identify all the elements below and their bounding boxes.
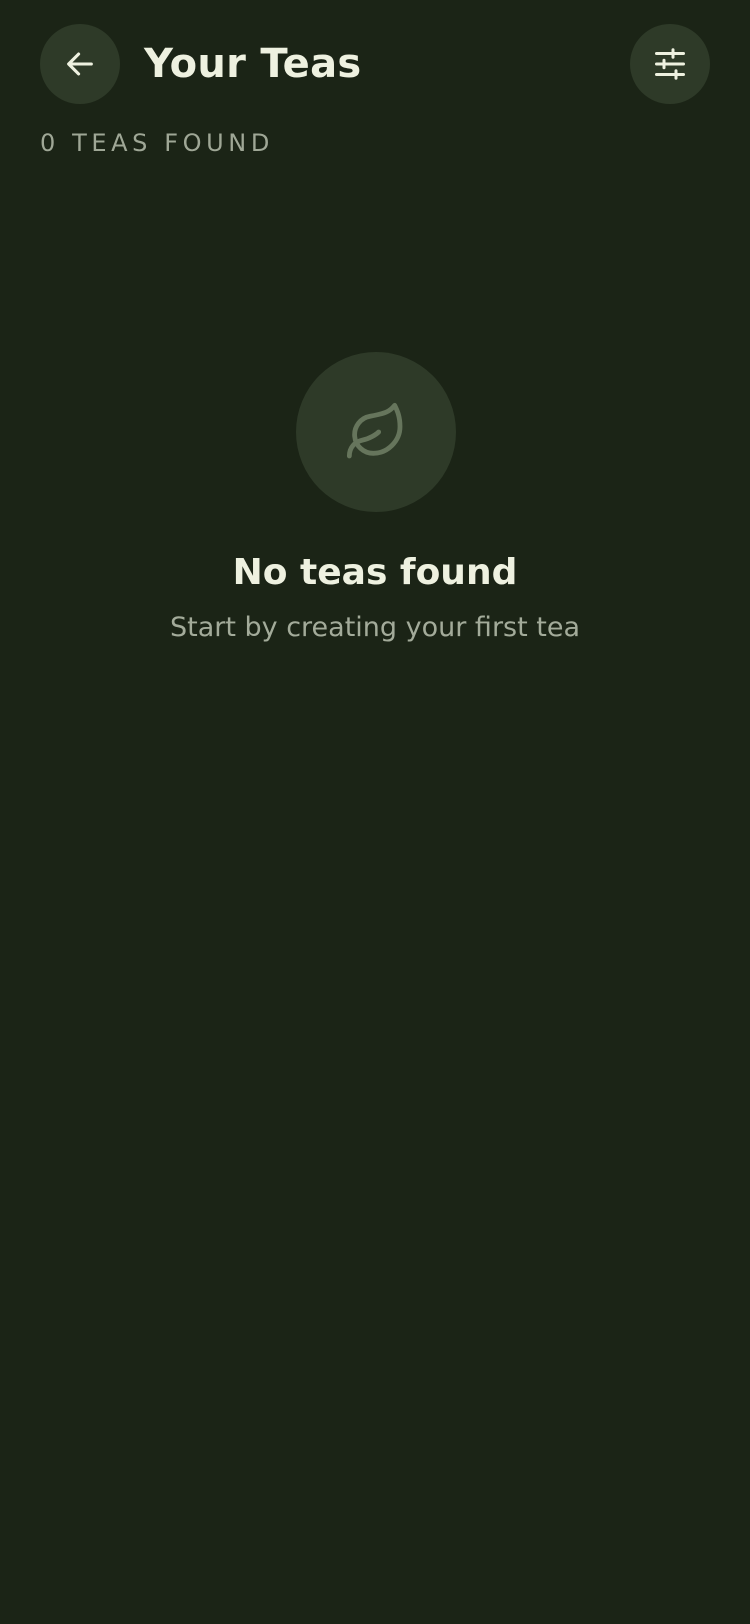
arrow-left-icon <box>67 52 93 76</box>
sliders-icon <box>655 48 685 80</box>
app-header: Your Teas <box>0 0 750 130</box>
filter-button[interactable] <box>630 24 710 104</box>
tea-count-label: 0 TEAS FOUND <box>40 129 274 157</box>
empty-state-subtitle: Start by creating your first tea <box>169 612 581 643</box>
empty-state-icon-container <box>296 352 456 512</box>
empty-state-title: No teas found <box>232 552 518 593</box>
leaf-icon <box>346 402 403 459</box>
page-title: Your Teas <box>144 41 362 87</box>
back-button[interactable] <box>40 24 120 104</box>
